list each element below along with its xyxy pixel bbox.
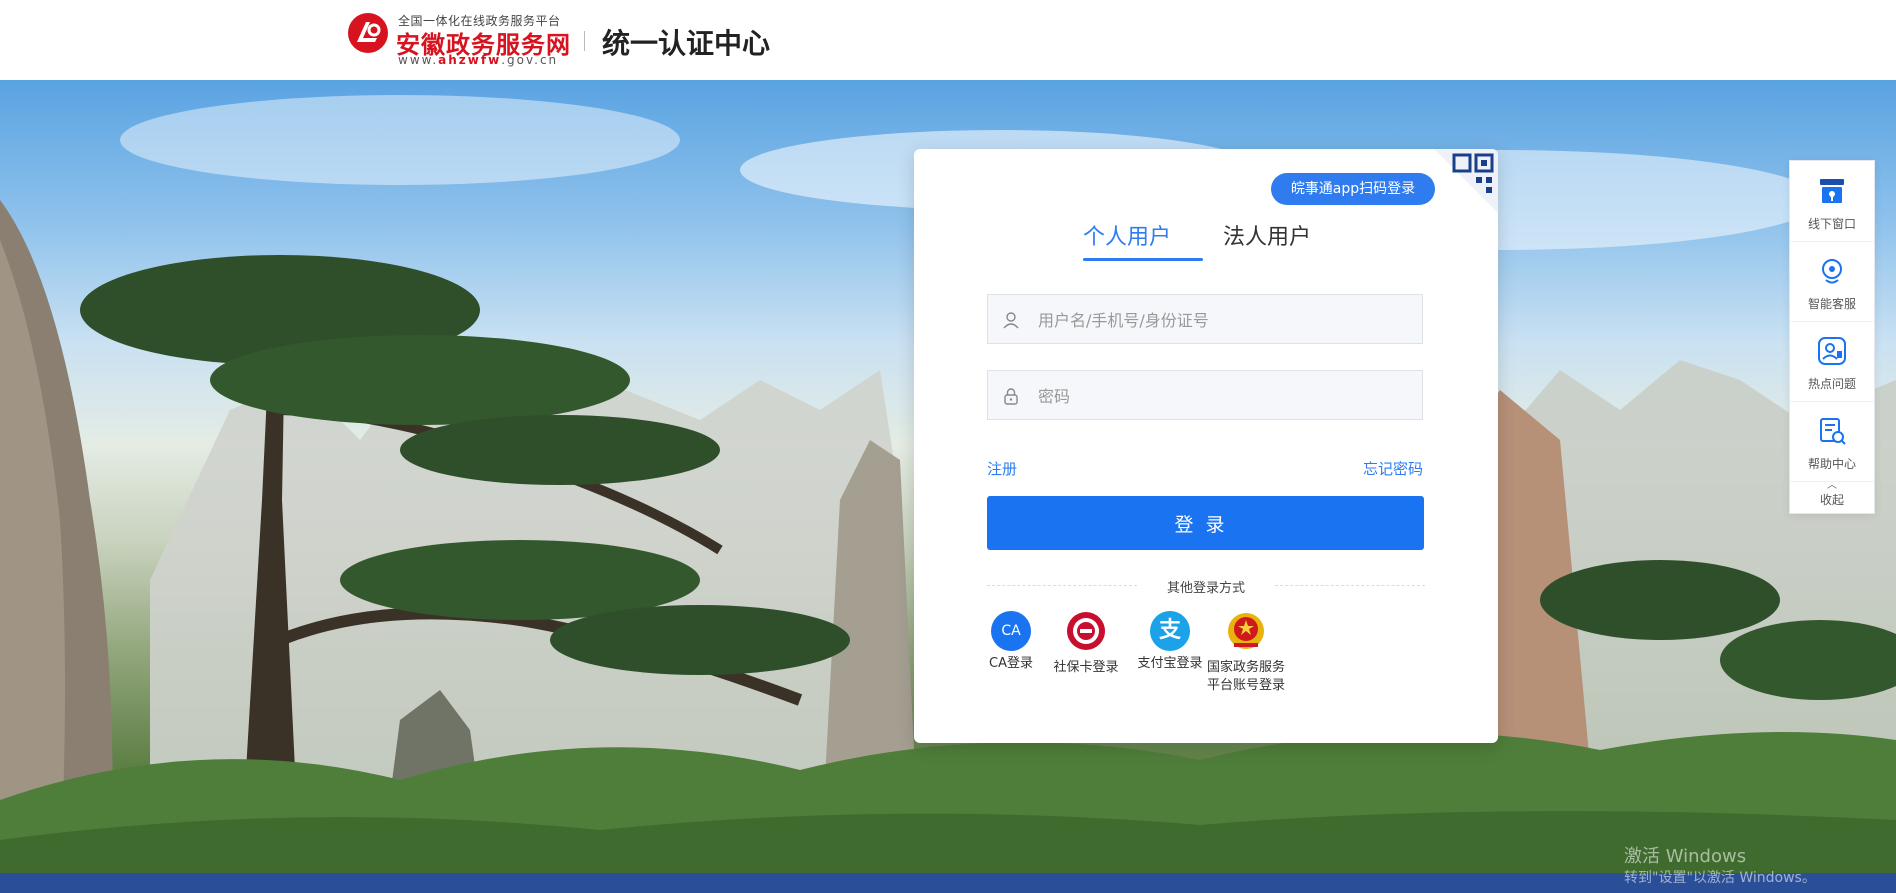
sidebar-item-label: 线下窗口 (1807, 217, 1856, 231)
user-icon (1003, 312, 1019, 329)
other-login-methods-title: 其他登录方式 (1166, 581, 1245, 596)
sidebar-item-offline-window[interactable]: 线下窗口 (1790, 161, 1874, 242)
ahzwfw-logo-icon[interactable] (347, 12, 389, 54)
hot-question-icon (1818, 337, 1846, 365)
alt-login-label-line1: 国家政务服务 (1206, 660, 1285, 675)
register-link[interactable]: 注册 (987, 458, 1017, 479)
logo-url: www.ahzwfw.gov.cn (398, 53, 558, 67)
active-tab-indicator (1083, 258, 1203, 261)
windows-watermark-title: 激活 Windows (1624, 846, 1747, 867)
login-button[interactable]: 登录 (987, 496, 1424, 550)
right-sidebar: 线下窗口 智能客服 热点问题 帮助中心 ︿ 收起 (1789, 160, 1875, 514)
tab-corporate-user[interactable]: 法人用户 (1223, 219, 1311, 261)
alt-login-label: 社保卡登录 (1053, 660, 1119, 675)
sidebar-item-label: 智能客服 (1807, 297, 1856, 311)
alt-login-label-line2: 平台账号登录 (1206, 678, 1285, 693)
alt-login-label: CA登录 (989, 656, 1033, 671)
username-field-wrapper (987, 294, 1423, 345)
sidebar-item-help-center[interactable]: 帮助中心 (1790, 401, 1874, 482)
store-location-icon (1820, 179, 1844, 203)
username-input[interactable] (1036, 295, 1420, 345)
bottom-bar (0, 873, 1896, 893)
sidebar-item-label: 帮助中心 (1807, 457, 1856, 471)
sidebar-collapse-button[interactable]: ︿ 收起 (1790, 481, 1874, 513)
social-security-card-icon (1067, 612, 1105, 650)
qr-code-icon[interactable] (1434, 149, 1498, 213)
sidebar-item-label: 热点问题 (1807, 377, 1856, 391)
collapse-label: 收起 (1819, 493, 1844, 507)
password-field-wrapper (987, 370, 1423, 421)
tab-personal-user[interactable]: 个人用户 (1083, 219, 1171, 261)
alt-login-ca[interactable]: CA CA登录 (986, 611, 1036, 673)
sidebar-item-hot-questions[interactable]: 热点问题 (1790, 321, 1874, 402)
logo-url-domain: ahzwfw (438, 53, 502, 67)
alt-login-label: 支付宝登录 (1137, 656, 1203, 671)
qr-login-badge[interactable]: 皖事通app扫码登录 (1271, 173, 1435, 205)
forgot-password-link[interactable]: 忘记密码 (1363, 458, 1423, 479)
help-center-icon (1820, 418, 1846, 445)
header-divider (584, 31, 585, 51)
lock-icon (1004, 388, 1018, 405)
windows-watermark-subtitle: 转到"设置"以激活 Windows。 (1624, 870, 1816, 886)
alt-login-alipay[interactable]: 支 支付宝登录 (1133, 611, 1207, 673)
password-input[interactable] (1036, 371, 1420, 421)
sidebar-item-smart-service[interactable]: 智能客服 (1790, 241, 1874, 322)
alt-login-national-platform[interactable]: 国家政务服务 平台账号登录 (1203, 611, 1289, 695)
ca-icon: CA (991, 611, 1031, 651)
page-title: 统一认证中心 (602, 27, 771, 60)
chevron-up-icon: ︿ (1827, 480, 1837, 491)
login-card: 皖事通app扫码登录 个人用户 法人用户 注册 忘记密码 登录 其他登录方式 C… (914, 149, 1498, 743)
national-emblem-icon (1228, 613, 1264, 649)
alipay-icon: 支 (1150, 611, 1190, 651)
alt-login-social-security[interactable]: 社保卡登录 (1049, 611, 1123, 677)
smart-service-icon (1822, 259, 1842, 284)
logo-url-suffix: .gov.cn (501, 53, 559, 67)
header: 全国一体化在线政务服务平台 安徽政务服务网 www.ahzwfw.gov.cn … (0, 0, 1896, 80)
logo-url-prefix: www. (398, 53, 439, 67)
